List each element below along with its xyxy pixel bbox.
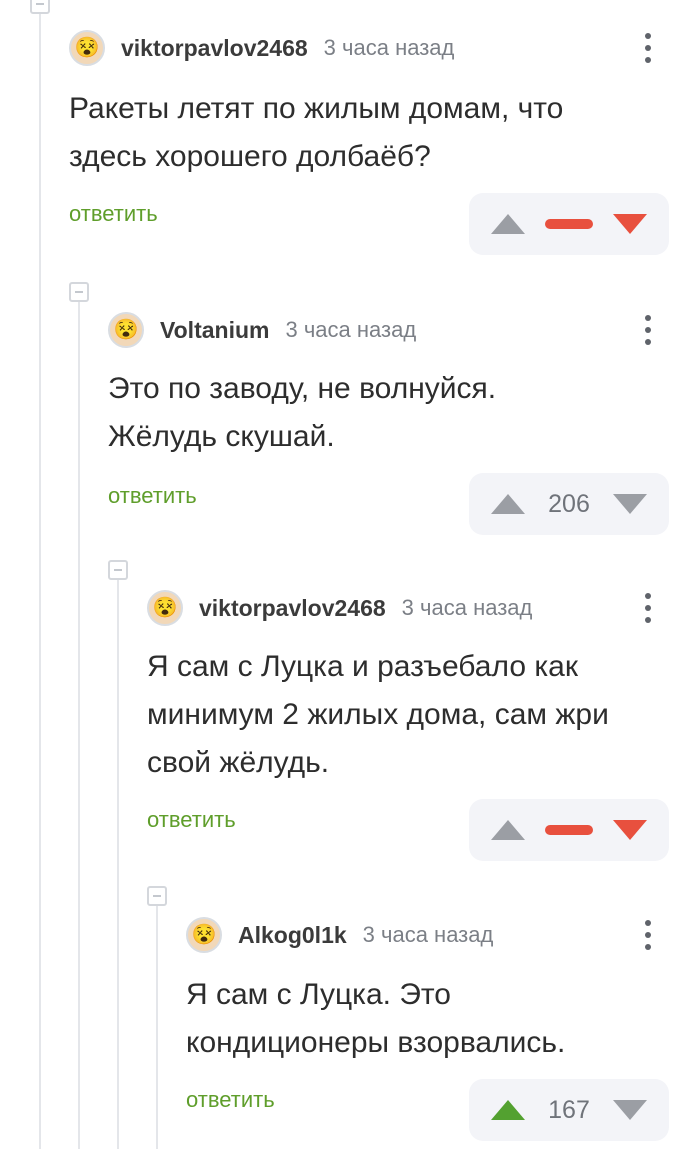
comment-text-line: здесь хорошего долбаёб? <box>69 140 431 173</box>
timestamp[interactable]: 3 часа назад <box>363 922 494 948</box>
comment: 😵 Voltanium 3 часа назад Это по заводу, … <box>108 310 689 550</box>
username[interactable]: Alkog0l1k <box>238 922 347 949</box>
upvote-icon[interactable] <box>491 494 525 514</box>
comment: 😵 viktorpavlov2468 3 часа назад Я сам с … <box>147 588 689 868</box>
reply-link[interactable]: ответить <box>147 807 236 833</box>
collapse-thread-button[interactable] <box>108 560 128 580</box>
vote-panel: 206 <box>469 473 669 535</box>
comment-text-line: кондиционеры взорвались. <box>186 1026 566 1059</box>
comment-text-line: Я сам с Луцка. Это <box>186 978 451 1011</box>
thread-line <box>156 906 158 1149</box>
comment: 😵 viktorpavlov2468 3 часа назад Ракеты л… <box>69 28 689 268</box>
emoji-avatar-icon: 😵 <box>113 319 139 341</box>
comment-text-line: свой жёлудь. <box>147 746 330 779</box>
downvote-icon[interactable] <box>613 820 647 840</box>
collapse-thread-button[interactable] <box>30 0 50 14</box>
user-avatar[interactable]: 😵 <box>147 590 183 626</box>
upvote-icon[interactable] <box>491 1100 525 1120</box>
collapse-thread-button[interactable] <box>147 886 167 906</box>
negative-rating-icon <box>545 219 593 229</box>
comment-header: 😵 viktorpavlov2468 3 часа назад <box>147 588 532 628</box>
emoji-avatar-icon: 😵 <box>152 597 178 619</box>
comment-header: 😵 Alkog0l1k 3 часа назад <box>186 915 493 955</box>
timestamp[interactable]: 3 часа назад <box>402 595 533 621</box>
user-avatar[interactable]: 😵 <box>108 312 144 348</box>
comment-text: Я сам с Луцка. Это кондиционеры взорвали… <box>186 971 565 1067</box>
timestamp[interactable]: 3 часа назад <box>324 35 455 61</box>
user-avatar[interactable]: 😵 <box>69 30 105 66</box>
thread-line <box>117 580 119 1149</box>
thread-line <box>78 302 80 1149</box>
comment-text-line: Жёлудь скушай. <box>108 420 335 453</box>
comment-header: 😵 viktorpavlov2468 3 часа назад <box>69 28 454 68</box>
upvote-icon[interactable] <box>491 820 525 840</box>
comment-header: 😵 Voltanium 3 часа назад <box>108 310 416 350</box>
downvote-icon[interactable] <box>613 1100 647 1120</box>
upvote-icon[interactable] <box>491 214 525 234</box>
negative-rating-icon <box>545 825 593 835</box>
comment-text: Ракеты летят по жилым домам, что здесь х… <box>69 85 563 181</box>
collapse-thread-button[interactable] <box>69 282 89 302</box>
emoji-avatar-icon: 😵 <box>191 924 217 946</box>
comment-text-line: минимум 2 жилых дома, сам жри <box>147 698 609 731</box>
reply-link[interactable]: ответить <box>69 201 158 227</box>
downvote-icon[interactable] <box>613 214 647 234</box>
user-avatar[interactable]: 😵 <box>186 917 222 953</box>
comment: 😵 Alkog0l1k 3 часа назад Я сам с Луцка. … <box>186 915 689 1145</box>
comment-text-line: Ракеты летят по жилым домам, что <box>69 92 564 125</box>
more-options-icon[interactable] <box>642 590 654 626</box>
username[interactable]: Voltanium <box>160 317 269 344</box>
downvote-icon[interactable] <box>613 494 647 514</box>
more-options-icon[interactable] <box>642 30 654 66</box>
comment-text: Это по заводу, не волнуйся. Жёлудь скуша… <box>108 365 496 461</box>
more-options-icon[interactable] <box>642 312 654 348</box>
comment-text: Я сам с Луцка и разъебало как минимум 2 … <box>147 643 609 787</box>
vote-panel <box>469 193 669 255</box>
reply-link[interactable]: ответить <box>108 483 197 509</box>
rating-score: 206 <box>548 490 590 518</box>
emoji-avatar-icon: 😵 <box>74 37 100 59</box>
username[interactable]: viktorpavlov2468 <box>199 595 386 622</box>
username[interactable]: viktorpavlov2468 <box>121 35 308 62</box>
vote-panel: 167 <box>469 1079 669 1141</box>
thread-line <box>39 0 41 1149</box>
timestamp[interactable]: 3 часа назад <box>285 317 416 343</box>
comment-text-line: Я сам с Луцка и разъебало как <box>147 650 578 683</box>
reply-link[interactable]: ответить <box>186 1087 275 1113</box>
rating-score: 167 <box>548 1096 590 1124</box>
comment-text-line: Это по заводу, не волнуйся. <box>108 372 497 405</box>
vote-panel <box>469 799 669 861</box>
more-options-icon[interactable] <box>642 917 654 953</box>
